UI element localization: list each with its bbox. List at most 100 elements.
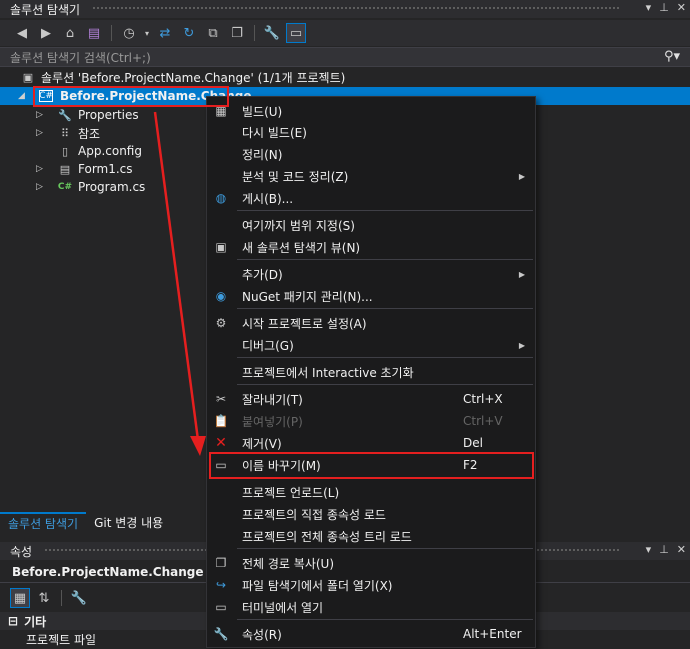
menu-label: 터미널에서 열기 — [242, 600, 324, 615]
menu-item-publish[interactable]: ◍ 게시(B)... — [207, 187, 535, 209]
tab-git-changes[interactable]: Git 변경 내용 — [86, 512, 171, 532]
menu-item-add[interactable]: 추가(D) ▶ — [207, 263, 535, 285]
properties-object-name: Before.ProjectName.Change 프로 — [12, 565, 230, 579]
menu-item-unload-project[interactable]: 프로젝트 언로드(L) — [207, 481, 535, 503]
properties-wrench-icon[interactable]: 🔧 — [262, 23, 282, 43]
menu-label: 정리(N) — [242, 147, 283, 162]
menu-label: 디버그(G) — [242, 338, 294, 353]
properties-title: 속성 — [10, 544, 33, 559]
menu-separator — [237, 308, 533, 309]
menu-item-copy-full-path[interactable]: ❐ 전체 경로 복사(U) — [207, 552, 535, 574]
auto-hide-pin-icon[interactable]: ⊥ — [659, 1, 669, 14]
menu-separator — [237, 619, 533, 620]
preview-icon[interactable]: ▭ — [286, 23, 306, 43]
menu-separator — [237, 259, 533, 260]
open-folder-arrow-icon: ↪ — [215, 578, 227, 592]
menu-label: 여기까지 범위 지정(S) — [242, 218, 355, 233]
form-file-icon: ▤ — [59, 162, 71, 176]
gear-icon: ⚙ — [215, 316, 227, 330]
remove-x-icon: ✕ — [215, 435, 227, 451]
menu-label: 프로젝트에서 Interactive 초기화 — [242, 365, 414, 380]
menu-label: 붙여넣기(P) — [242, 414, 303, 429]
menu-item-load-direct-deps[interactable]: 프로젝트의 직접 종속성 로드 — [207, 503, 535, 525]
menu-item-remove[interactable]: ✕ 제거(V) Del — [207, 432, 535, 454]
expand-arrow-icon[interactable]: ▷ — [36, 182, 43, 192]
menu-item-analyze[interactable]: 분석 및 코드 정리(Z) ▶ — [207, 165, 535, 187]
wrench-icon: 🔧 — [213, 627, 229, 641]
collapse-category-icon[interactable]: ⊟ — [8, 614, 18, 628]
tab-solution-explorer[interactable]: 솔루션 탐색기 — [0, 512, 87, 532]
expand-arrow-icon[interactable]: ▷ — [36, 164, 43, 174]
menu-label: 시작 프로젝트로 설정(A) — [242, 316, 367, 331]
toolbar-separator — [111, 25, 112, 41]
property-pages-wrench-icon[interactable]: 🔧 — [69, 588, 89, 608]
menu-separator — [237, 384, 533, 385]
menu-label: NuGet 패키지 관리(N)... — [242, 289, 373, 304]
menu-item-open-terminal[interactable]: ▭ 터미널에서 열기 — [207, 596, 535, 618]
vs-switch-icon[interactable]: ▤ — [84, 23, 104, 43]
menu-item-properties[interactable]: 🔧 속성(R) Alt+Enter — [207, 623, 535, 645]
expand-arrow-icon[interactable]: ▷ — [36, 128, 43, 138]
auto-hide-pin-icon[interactable]: ⊥ — [659, 543, 669, 556]
menu-label: 제거(V) — [242, 436, 282, 451]
submenu-arrow-icon: ▶ — [518, 340, 525, 350]
window-title: 솔루션 탐색기 — [10, 2, 81, 17]
nuget-icon: ◉ — [215, 289, 227, 303]
menu-separator — [237, 210, 533, 211]
tree-item-label: Form1.cs — [78, 162, 133, 176]
window-position-dropdown-icon[interactable]: ▾ — [646, 543, 652, 556]
references-icon: ⠿ — [60, 126, 70, 140]
window-position-dropdown-icon[interactable]: ▾ — [646, 1, 652, 14]
history-dropdown-icon[interactable]: ▾ — [143, 23, 151, 43]
menu-item-debug[interactable]: 디버그(G) ▶ — [207, 334, 535, 356]
tree-item-solution[interactable]: ▣ 솔루션 'Before.ProjectName.Change' (1/1개 … — [0, 68, 690, 86]
solution-explorer-titlebar: 솔루션 탐색기 ▾ ⊥ ✕ — [0, 0, 690, 18]
back-icon[interactable]: ◀ — [12, 23, 32, 43]
terminal-icon: ▭ — [215, 600, 227, 614]
menu-item-cut[interactable]: ✂ 잘라내기(T) Ctrl+X — [207, 388, 535, 410]
refresh-icon[interactable]: ↻ — [179, 23, 199, 43]
arrow-head — [190, 436, 206, 456]
home-icon[interactable]: ⌂ — [60, 23, 80, 43]
collapse-all-icon[interactable]: ⧉ — [203, 23, 223, 43]
submenu-arrow-icon: ▶ — [518, 171, 525, 181]
menu-item-clean[interactable]: 정리(N) — [207, 143, 535, 165]
menu-item-new-explorer-view[interactable]: ▣ 새 솔루션 탐색기 뷰(N) — [207, 236, 535, 258]
menu-item-build[interactable]: ▦ 빌드(U) — [207, 100, 535, 122]
menu-item-paste: 📋 붙여넣기(P) Ctrl+V — [207, 410, 535, 432]
wrench-icon: 🔧 — [58, 108, 72, 122]
menu-item-set-startup[interactable]: ⚙ 시작 프로젝트로 설정(A) — [207, 312, 535, 334]
scissors-icon: ✂ — [215, 392, 227, 406]
menu-item-open-in-explorer[interactable]: ↪ 파일 탐색기에서 폴더 열기(X) — [207, 574, 535, 596]
history-icon[interactable]: ◷ — [119, 23, 139, 43]
categorized-icon[interactable]: ▦ — [10, 588, 30, 608]
menu-label: 프로젝트의 직접 종속성 로드 — [242, 507, 386, 522]
forward-icon[interactable]: ▶ — [36, 23, 56, 43]
solution-label: 솔루션 'Before.ProjectName.Change' (1/1개 프로… — [41, 70, 346, 85]
close-icon[interactable]: ✕ — [677, 1, 686, 14]
close-icon[interactable]: ✕ — [677, 543, 686, 556]
solution-explorer-toolbar: ◀ ▶ ⌂ ▤ ◷ ▾ ⇄ ↻ ⧉ ❐ 🔧 ▭ — [0, 20, 690, 46]
config-file-icon: ▯ — [61, 144, 69, 158]
menu-label: 다시 빌드(E) — [242, 125, 307, 140]
search-icon[interactable]: ⚲▾ — [664, 49, 680, 64]
search-input[interactable]: 솔루션 탐색기 검색(Ctrl+;) ⚲▾ — [0, 47, 690, 67]
alphabetical-icon[interactable]: ⇅ — [34, 588, 54, 608]
show-all-files-icon[interactable]: ❐ — [227, 23, 247, 43]
menu-item-scope-to-this[interactable]: 여기까지 범위 지정(S) — [207, 214, 535, 236]
expand-arrow-icon[interactable]: ▷ — [36, 110, 43, 120]
context-menu: ▦ 빌드(U) 다시 빌드(E) 정리(N) 분석 및 코드 정리(Z) ▶ ◍… — [206, 96, 536, 648]
menu-item-nuget[interactable]: ◉ NuGet 패키지 관리(N)... — [207, 285, 535, 307]
menu-label: 추가(D) — [242, 267, 283, 282]
menu-item-init-interactive[interactable]: 프로젝트에서 Interactive 초기화 — [207, 361, 535, 383]
sync-icon[interactable]: ⇄ — [155, 23, 175, 43]
menu-label: 잘라내기(T) — [242, 392, 303, 407]
menu-shortcut: Del — [463, 436, 483, 450]
menu-item-rebuild[interactable]: 다시 빌드(E) — [207, 121, 535, 143]
menu-label: 새 솔루션 탐색기 뷰(N) — [242, 240, 361, 255]
collapse-arrow-icon[interactable]: ◢ — [18, 91, 25, 101]
tree-item-label: Program.cs — [78, 180, 146, 194]
menu-item-load-dep-tree[interactable]: 프로젝트의 전체 종속성 트리 로드 — [207, 525, 535, 547]
menu-label: 파일 탐색기에서 폴더 열기(X) — [242, 578, 393, 593]
titlebar-grip[interactable] — [92, 6, 620, 11]
